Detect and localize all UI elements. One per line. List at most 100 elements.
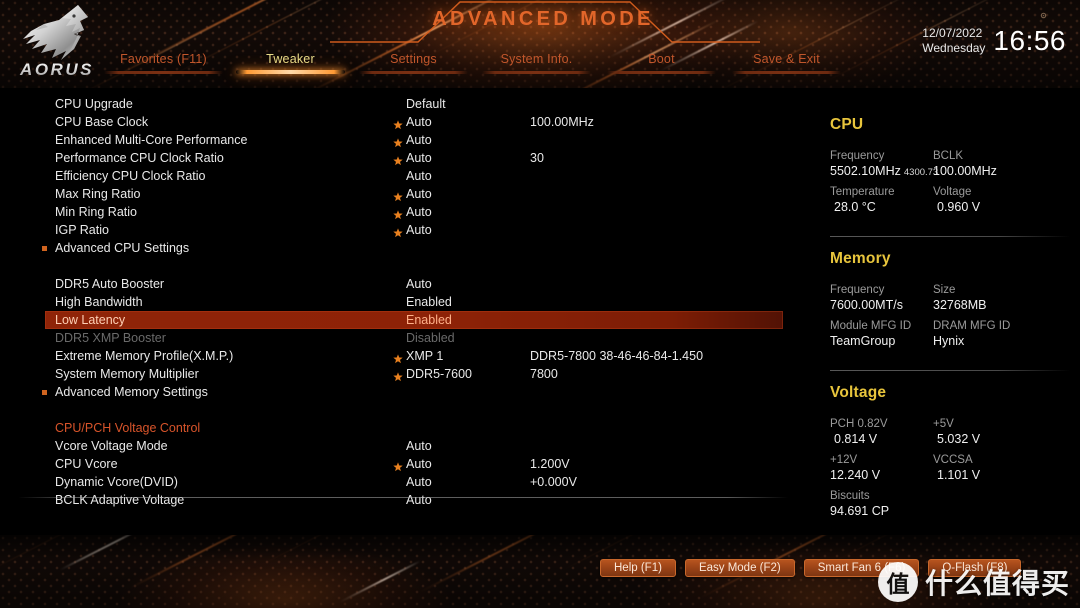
tab-settings[interactable]: Settings <box>351 52 476 74</box>
settings-row[interactable]: Low Latency Enabled <box>0 311 800 329</box>
tab-favorites[interactable]: Favorites (F11) <box>96 52 231 74</box>
favorite-star-icon <box>393 369 403 382</box>
row-value: Auto <box>406 223 432 237</box>
settings-row[interactable]: CPU Vcore Auto 1.200V <box>0 455 800 473</box>
settings-row[interactable]: DDR5 XMP Booster Disabled <box>0 329 800 347</box>
settings-row[interactable]: Extreme Memory Profile(X.M.P.) XMP 1 DDR5-… <box>0 347 800 365</box>
settings-row[interactable]: Min Ring Ratio Auto <box>0 203 800 221</box>
cpu-panel-title: CPU <box>830 116 864 133</box>
settings-row[interactable]: Dynamic Vcore(DVID) Auto +0.000V <box>0 473 800 491</box>
voltage-5v-label: +5V <box>933 418 954 430</box>
row-value: Auto <box>406 439 432 453</box>
help-button[interactable]: Help (F1) <box>600 559 676 577</box>
tab-boot[interactable]: Boot <box>599 52 724 74</box>
row-label: Performance CPU Clock Ratio <box>55 151 224 165</box>
memory-frequency-value: 7600.00MT/s <box>830 298 903 312</box>
row-value: DDR5-7600 <box>406 367 473 381</box>
watermark-logo: 值 <box>877 562 918 602</box>
cpu-voltage-label: Voltage <box>933 186 972 198</box>
row-label: CPU/PCH Voltage Control <box>55 421 201 435</box>
datetime-display: 12/07/2022 Wednesday 16:56 <box>922 18 1066 64</box>
tab-underline <box>732 71 841 74</box>
time-text: 16:56 <box>993 25 1066 56</box>
row-label: Min Ring Ratio <box>55 205 137 219</box>
settings-row: CPU/PCH Voltage Control <box>0 419 800 437</box>
submenu-bullet-icon <box>42 390 47 395</box>
settings-row[interactable]: IGP Ratio Auto <box>0 221 800 239</box>
row-label: DDR5 Auto Booster <box>55 277 165 291</box>
settings-row[interactable]: Efficiency CPU Clock Ratio Auto <box>0 167 800 185</box>
row-value-secondary: +0.000V <box>530 475 577 489</box>
submenu-bullet-icon <box>42 246 47 251</box>
row-label: Efficiency CPU Clock Ratio <box>55 169 206 183</box>
tab-tweaker[interactable]: Tweaker <box>228 52 353 74</box>
row-value: Auto <box>406 169 432 183</box>
row-label: Enhanced Multi-Core Performance <box>55 133 248 147</box>
tab-tweaker-label: Tweaker <box>266 52 315 66</box>
settings-row[interactable]: Advanced CPU Settings <box>0 239 800 257</box>
row-value-secondary: 100.00MHz <box>530 115 594 129</box>
row-label: Vcore Voltage Mode <box>55 439 168 453</box>
settings-row[interactable]: CPU Base Clock Auto 100.00MHz <box>0 113 800 131</box>
settings-row[interactable]: System Memory Multiplier DDR5-7600 7800 <box>0 365 800 383</box>
row-value: Auto <box>406 205 432 219</box>
row-value: Disabled <box>406 331 455 345</box>
tab-underline <box>359 71 468 74</box>
row-label: BCLK Adaptive Voltage <box>55 493 185 507</box>
row-label: Advanced Memory Settings <box>55 385 208 399</box>
voltage-panel-title: Voltage <box>830 384 887 401</box>
settings-row[interactable]: DDR5 Auto Booster Auto <box>0 275 800 293</box>
voltage-12v-value: 12.240 V <box>830 468 881 482</box>
favorite-star-icon <box>393 189 403 202</box>
voltage-pch-value: 0.814 V <box>834 432 878 446</box>
settings-row[interactable]: Vcore Voltage Mode Auto <box>0 437 800 455</box>
row-label: System Memory Multiplier <box>55 367 199 381</box>
tab-boot-label: Boot <box>648 52 675 66</box>
settings-row[interactable]: CPU Upgrade Default <box>0 95 800 113</box>
settings-row[interactable]: BCLK Adaptive Voltage Auto <box>0 491 800 509</box>
row-label: CPU Base Clock <box>55 115 149 129</box>
row-value: Auto <box>406 493 432 507</box>
cpu-temperature-label: Temperature <box>830 186 895 198</box>
tab-favorites-label: Favorites (F11) <box>120 52 207 66</box>
row-label: Advanced CPU Settings <box>55 241 190 255</box>
row-value: Auto <box>406 475 432 489</box>
row-value: Enabled <box>406 295 452 309</box>
memory-size-label: Size <box>933 284 956 296</box>
row-value: Auto <box>406 277 432 291</box>
tab-save-exit[interactable]: Save & Exit <box>724 52 849 74</box>
voltage-vccsa-value: 1.101 V <box>937 468 981 482</box>
header-bar: ADVANCED MODE AORUS Favorites (F11) Twea… <box>0 0 1080 88</box>
tab-underline <box>607 71 716 74</box>
date-text: 12/07/2022 <box>922 26 983 40</box>
voltage-biscuits-label: Biscuits <box>830 490 870 502</box>
easy-mode-button[interactable]: Easy Mode (F2) <box>684 559 795 577</box>
tab-system-info[interactable]: System Info. <box>474 52 599 74</box>
help-separator <box>18 497 788 498</box>
cpu-bclk-value: 100.00MHz <box>933 164 997 178</box>
panel-divider-2 <box>830 370 1070 371</box>
settings-row[interactable]: Performance CPU Clock Ratio Auto 30 <box>0 149 800 167</box>
memory-size-value: 32768MB <box>933 298 987 312</box>
row-label: DDR5 XMP Booster <box>55 331 166 345</box>
bios-screen: ADVANCED MODE AORUS Favorites (F11) Twea… <box>0 0 1080 608</box>
main-tabs: Favorites (F11) Tweaker Settings System … <box>96 52 886 82</box>
settings-row[interactable]: Max Ring Ratio Auto <box>0 185 800 203</box>
cpu-panel: CPU Frequency BCLK 5502.10MHz 4300.73 100… <box>830 116 1075 214</box>
row-label: Dynamic Vcore(DVID) <box>55 475 178 489</box>
info-sidebar: CPU Frequency BCLK 5502.10MHz 4300.73 100… <box>800 88 1080 535</box>
cpu-temperature-value: 28.0 °C <box>834 200 876 214</box>
watermark-text: 什么值得买 <box>924 567 1070 600</box>
tab-save-exit-label: Save & Exit <box>753 52 820 66</box>
memory-dram-mfg-label: DRAM MFG ID <box>933 320 1011 332</box>
memory-module-mfg-value: TeamGroup <box>830 334 896 348</box>
settings-row[interactable]: High Bandwidth Enabled <box>0 293 800 311</box>
watermark: 值 什么值得买 <box>877 562 1070 602</box>
row-value-secondary: 7800 <box>530 367 558 381</box>
row-value-secondary: 30 <box>530 151 544 165</box>
settings-row[interactable]: Advanced Memory Settings <box>0 383 800 401</box>
settings-row[interactable]: Enhanced Multi-Core Performance Auto <box>0 131 800 149</box>
row-value: XMP 1 <box>406 349 444 363</box>
memory-panel-title: Memory <box>830 250 891 267</box>
cpu-frequency-value: 5502.10MHz 4300.73 <box>830 164 939 178</box>
